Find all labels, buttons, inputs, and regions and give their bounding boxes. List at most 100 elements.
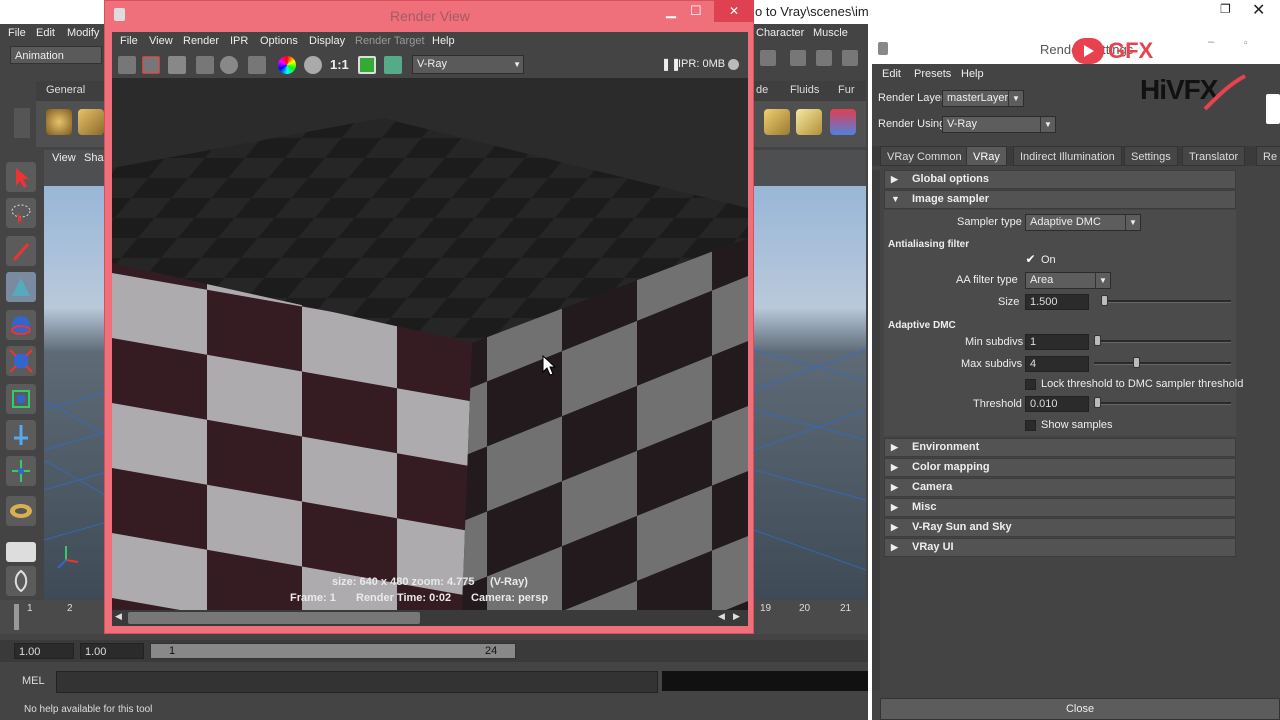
rv-menu-help[interactable]: Help [432, 35, 455, 47]
rv-menu-ipr[interactable]: IPR [230, 35, 248, 47]
render-layer-dropdown[interactable]: masterLayer ▼ [942, 90, 1024, 107]
rv-menu-view[interactable]: View [149, 35, 173, 47]
threshold-slider-thumb[interactable] [1094, 397, 1101, 408]
render-using-dropdown[interactable]: V-Ray ▼ [942, 116, 1056, 133]
mel-label[interactable]: MEL [22, 675, 45, 687]
last-tool-icon[interactable] [6, 496, 36, 526]
section-environment[interactable]: ▶ Environment [884, 438, 1236, 457]
sphere-shelf-icon[interactable] [46, 109, 72, 135]
scroll-right-end-icon[interactable]: ▶ [733, 611, 740, 622]
renderer-dropdown[interactable]: V-Ray ▼ [412, 55, 524, 74]
display-render-icon[interactable] [358, 56, 376, 74]
maya-menu-muscle[interactable]: Muscle [813, 27, 848, 39]
refresh-icon[interactable] [220, 56, 238, 74]
threshold-field[interactable]: 0.010 [1025, 396, 1089, 412]
rotate-tool-icon[interactable] [6, 310, 36, 340]
display-layer-icon[interactable] [384, 56, 402, 74]
horizontal-scrollbar[interactable]: ◀ ◀ ▶ [112, 610, 748, 626]
snapshot-icon[interactable] [168, 56, 186, 74]
render-settings-title-bar[interactable]: Render Settings GFX ‒ ▫ [872, 36, 1280, 64]
shelf-tab-general[interactable]: General [46, 84, 85, 96]
size-slider[interactable] [1101, 300, 1231, 303]
shelf-tab-fur[interactable]: Fur [838, 84, 855, 96]
universal-manip-icon[interactable] [6, 384, 36, 414]
tab-indirect-illumination[interactable]: Indirect Illumination [1013, 146, 1122, 166]
section-image-sampler[interactable]: ▼ Image sampler [884, 190, 1236, 209]
max-subdivs-slider[interactable] [1094, 362, 1231, 365]
threshold-slider[interactable] [1094, 402, 1231, 405]
scale-tool-icon[interactable] [6, 346, 36, 376]
rs-menu-help[interactable]: Help [961, 68, 984, 80]
section-vray-sun-and-sky[interactable]: ▶ V-Ray Sun and Sky [884, 518, 1236, 537]
min-subdivs-slider-thumb[interactable] [1094, 335, 1101, 346]
plane-shelf-icon[interactable] [796, 109, 822, 135]
hypershade-icon[interactable] [842, 50, 858, 66]
light-shelf-icon[interactable] [764, 109, 790, 135]
tab-render-elements[interactable]: Re [1256, 146, 1280, 166]
size-slider-thumb[interactable] [1101, 295, 1108, 306]
start-time-field[interactable]: 1.00 [14, 643, 74, 659]
outliner-icon[interactable] [6, 566, 36, 596]
rv-menu-render[interactable]: Render [183, 35, 219, 47]
render-settings-icon[interactable] [816, 50, 832, 66]
maya-menu-file[interactable]: File [8, 27, 26, 39]
scrollbar-thumb[interactable] [128, 612, 420, 624]
redo-render-icon[interactable] [118, 56, 136, 74]
shelf-tab-partial[interactable]: de [756, 84, 768, 96]
section-vray-ui[interactable]: ▶ VRay UI [884, 538, 1236, 557]
minimize-icon[interactable]: ▁ [666, 3, 676, 19]
shelf-menu-icon[interactable] [14, 108, 30, 138]
ipr-render-icon[interactable] [790, 50, 806, 66]
move-tool-icon[interactable] [6, 272, 36, 302]
section-misc[interactable]: ▶ Misc [884, 498, 1236, 517]
rv-menu-render-target[interactable]: Render Target [355, 35, 425, 47]
section-global-options[interactable]: ▶ Global options [884, 170, 1236, 189]
real-size-icon[interactable]: 1:1 [330, 57, 349, 72]
shelf-tab-fluids[interactable]: Fluids [790, 84, 819, 96]
alpha-channel-icon[interactable] [304, 56, 322, 74]
tab-translator[interactable]: Translator [1182, 146, 1246, 166]
maya-menu-character[interactable]: Character [756, 27, 804, 39]
maya-menu-edit[interactable]: Edit [36, 27, 55, 39]
maya-menu-modify[interactable]: Modify [67, 27, 99, 39]
playback-start-field[interactable]: 1.00 [80, 643, 144, 659]
cone-shelf-icon[interactable] [830, 109, 856, 135]
rs-menu-edit[interactable]: Edit [882, 68, 901, 80]
layout-single-icon[interactable] [6, 542, 36, 562]
size-field[interactable]: 1.500 [1025, 294, 1089, 310]
cube-shelf-icon[interactable] [78, 109, 104, 135]
keep-image-icon[interactable] [248, 56, 266, 74]
aa-filter-type-dropdown[interactable]: Area ▼ [1025, 272, 1111, 289]
max-subdivs-slider-thumb[interactable] [1133, 357, 1141, 368]
close-icon[interactable]: ✕ [1252, 0, 1265, 20]
section-color-mapping[interactable]: ▶ Color mapping [884, 458, 1236, 477]
rs-menu-presets[interactable]: Presets [914, 68, 951, 80]
maximize-icon[interactable]: ☐ [690, 3, 702, 19]
rgb-channel-icon[interactable] [278, 56, 296, 74]
restore-icon[interactable]: ❐ [1220, 2, 1231, 16]
rv-menu-options[interactable]: Options [260, 35, 298, 47]
mode-selector[interactable]: Animation [10, 46, 102, 64]
show-samples-checkbox[interactable] [1025, 420, 1036, 431]
max-subdivs-field[interactable]: 4 [1025, 356, 1089, 372]
range-slider[interactable]: 1 24 [150, 643, 516, 659]
minimize-icon[interactable]: ‒ [1208, 36, 1214, 48]
mel-input[interactable] [56, 671, 658, 693]
min-subdivs-field[interactable]: 1 [1025, 334, 1089, 350]
lock-threshold-checkbox[interactable] [1025, 379, 1036, 390]
maximize-icon[interactable]: ▫ [1244, 38, 1248, 49]
tab-vray[interactable]: VRay [966, 146, 1007, 166]
close-icon[interactable]: ✕ [714, 0, 754, 22]
soft-mod-icon[interactable] [6, 420, 36, 450]
lasso-tool-icon[interactable] [6, 198, 36, 228]
scroll-left-icon[interactable]: ◀ [115, 611, 122, 622]
render-image[interactable]: size: 640 x 480 zoom: 4.775 (V-Ray) Fram… [112, 78, 748, 610]
close-button[interactable]: Close [880, 698, 1280, 720]
show-manip-icon[interactable] [6, 456, 36, 486]
rv-menu-file[interactable]: File [120, 35, 138, 47]
aa-on-checkbox[interactable]: ✔ [1025, 253, 1036, 266]
min-subdivs-slider[interactable] [1094, 340, 1231, 343]
paint-select-icon[interactable] [6, 236, 36, 266]
render-region-icon[interactable] [142, 56, 160, 74]
select-tool-icon[interactable] [6, 162, 36, 192]
